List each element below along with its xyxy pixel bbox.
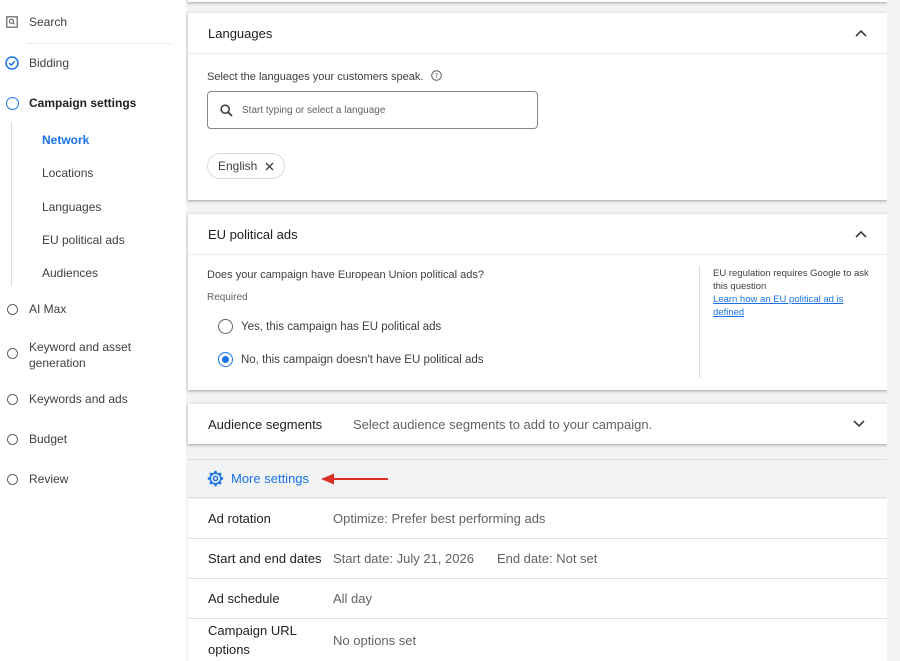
nav-step-bidding[interactable]: Bidding: [0, 56, 69, 70]
radio-label: Yes, this campaign has EU political ads: [241, 320, 442, 333]
step-circle-icon: [5, 302, 19, 316]
end-date-value: End date: Not set: [496, 551, 598, 566]
ad-schedule-value: All day: [333, 591, 373, 606]
eu-question: Does your campaign have European Union p…: [207, 269, 485, 281]
nav-sub-eu-political-ads[interactable]: EU political ads: [42, 233, 125, 247]
search-placeholder: Start typing or select a language: [242, 104, 386, 116]
audience-segments-card[interactable]: Audience segments Select audience segmen…: [188, 404, 887, 444]
aside-learn-more-link[interactable]: Learn how an EU political ad is defined: [713, 293, 873, 319]
search-icon: [220, 103, 233, 117]
gear-icon: [207, 470, 224, 487]
nav-step-review[interactable]: Review: [0, 472, 68, 486]
nav-step-budget[interactable]: Budget: [0, 432, 67, 446]
ad-rotation-row[interactable]: Ad rotation Optimize: Prefer best perfor…: [188, 499, 887, 539]
eu-political-ads-card: EU political ads Does your campaign have…: [188, 214, 887, 390]
languages-prompt-row: Select the languages your customers spea…: [207, 68, 443, 86]
close-icon[interactable]: [265, 162, 274, 171]
nav-sub-locations[interactable]: Locations: [42, 166, 93, 180]
language-search-input[interactable]: Start typing or select a language: [207, 91, 538, 129]
nav-step-label: Budget: [29, 432, 68, 446]
nav-step-label: Bidding: [29, 56, 70, 70]
substep-line: [11, 122, 12, 286]
chevron-up-icon[interactable]: [855, 228, 867, 240]
aside-text: EU regulation requires Google to ask thi…: [713, 268, 869, 292]
step-circle-icon: [5, 346, 19, 360]
ad-schedule-row[interactable]: Ad schedule All day: [188, 579, 887, 619]
nav-step-ai-max[interactable]: AI Max: [0, 302, 66, 316]
languages-title: Languages: [208, 25, 273, 41]
start-end-dates-row[interactable]: Start and end dates Start date: July 21,…: [188, 539, 887, 579]
nav-divider: [28, 43, 172, 44]
help-icon[interactable]: ?: [431, 68, 443, 86]
eu-option-yes[interactable]: Yes, this campaign has EU political ads: [218, 319, 441, 334]
nav-step-campaign-settings[interactable]: Campaign settings: [0, 96, 136, 110]
audience-title: Audience segments: [208, 416, 323, 432]
eu-aside: EU regulation requires Google to ask thi…: [713, 267, 873, 319]
check-circle-icon: [5, 56, 19, 70]
campaign-url-label-line2: options: [208, 642, 250, 657]
nav-step-label: Keyword and asset generation: [29, 340, 132, 370]
chevron-down-icon[interactable]: [853, 420, 865, 428]
more-settings-bar[interactable]: More settings: [188, 459, 887, 498]
start-date-value: Start date: July 21, 2026: [333, 551, 474, 566]
ad-rotation-value: Optimize: Prefer best performing ads: [333, 511, 546, 526]
step-circle-icon: [5, 392, 19, 406]
nav-step-label: Keywords and ads: [29, 392, 128, 406]
campaign-url-label: Campaign URL options: [188, 621, 333, 659]
chip-label: English: [218, 159, 258, 173]
step-circle-icon: [5, 472, 19, 486]
step-circle-icon: [5, 432, 19, 446]
nav-sub-audiences[interactable]: Audiences: [42, 266, 98, 280]
audience-desc: Select audience segments to add to your …: [353, 416, 653, 432]
ad-schedule-label: Ad schedule: [208, 591, 280, 606]
nav-step-label: Campaign settings: [29, 96, 137, 110]
ad-rotation-label: Ad rotation: [208, 511, 271, 526]
nav-step-keyword-asset-generation[interactable]: Keyword and asset generation: [0, 339, 149, 371]
campaign-url-value: No options set: [333, 632, 417, 648]
radio-button-selected[interactable]: [218, 352, 233, 367]
dates-label: Start and end dates: [208, 551, 322, 566]
radio-button[interactable]: [218, 319, 233, 334]
nav-step-label: Search: [29, 15, 68, 29]
radio-label: No, this campaign doesn't have EU politi…: [241, 353, 484, 366]
nav-step-search[interactable]: Search: [0, 15, 67, 29]
svg-text:?: ?: [435, 72, 439, 80]
required-label: Required: [207, 292, 248, 303]
more-settings-label[interactable]: More settings: [231, 471, 309, 486]
left-nav: Search Bidding Campaign settings Network…: [0, 0, 186, 661]
nav-step-keywords-ads[interactable]: Keywords and ads: [0, 392, 128, 406]
current-step-circle-icon: [5, 96, 19, 110]
eu-header[interactable]: EU political ads: [188, 214, 887, 255]
eu-option-no[interactable]: No, this campaign doesn't have EU politi…: [218, 352, 484, 367]
campaign-url-label-line1: Campaign URL: [208, 623, 297, 638]
nav-step-label: Review: [29, 472, 69, 486]
languages-header[interactable]: Languages: [188, 13, 887, 54]
nav-sub-languages[interactable]: Languages: [42, 200, 101, 214]
campaign-url-options-row[interactable]: Campaign URL options No options set: [188, 619, 887, 661]
nav-step-label: AI Max: [29, 302, 67, 316]
chevron-up-icon[interactable]: [855, 27, 867, 39]
language-chip-english: English: [207, 153, 286, 179]
eu-title: EU political ads: [208, 226, 298, 242]
nav-sub-network[interactable]: Network: [42, 133, 89, 147]
scrollbar-track[interactable]: [887, 0, 900, 661]
red-arrow-annotation: [321, 473, 389, 485]
languages-card: Languages Select the languages your cust…: [188, 13, 887, 200]
languages-prompt: Select the languages your customers spea…: [207, 71, 424, 83]
previous-card-edge: [188, 0, 887, 2]
aside-divider: [699, 266, 700, 378]
search-step-icon: [5, 15, 19, 29]
